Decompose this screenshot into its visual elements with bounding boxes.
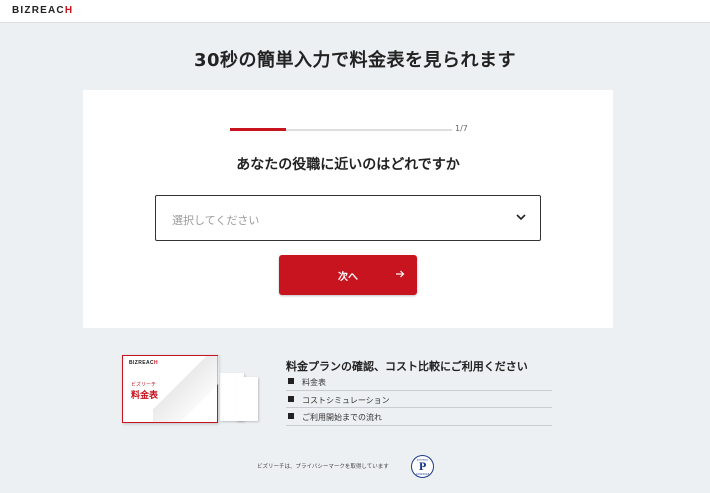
pmark-text: privacy: [417, 458, 428, 462]
page-title: 30秒の簡単入力で料金表を見られます: [193, 50, 517, 71]
square-bullet-icon: [288, 378, 294, 384]
price-document-illustration: BIZREACH ビズリーチ 料金表: [120, 355, 260, 427]
top-header: BIZREACH: [0, 0, 710, 23]
privacy-mark-icon[interactable]: privacy P 10822018: [410, 454, 435, 479]
doc-logo-text: BIZREAC: [129, 360, 155, 366]
next-button[interactable]: 次へ: [279, 255, 417, 295]
doc-subtitle: ビズリーチ: [131, 382, 157, 388]
progress-bar: [230, 128, 452, 131]
logo-text: BIZREAC: [12, 5, 65, 16]
list-item-label: ご利用開始までの流れ: [302, 413, 382, 422]
square-bullet-icon: [288, 413, 294, 419]
question-text: あなたの役職に近いのはどれですか: [236, 157, 460, 173]
doc-logo: BIZREACH: [129, 360, 158, 366]
list-item-label: 料金表: [302, 378, 326, 387]
list-item: コストシミュレーション: [286, 391, 552, 408]
progress-label: 1/7: [455, 124, 468, 133]
pmark-number: 10822018: [416, 472, 430, 476]
privacy-notice: ビズリーチは、プライバシーマークを取得しています: [257, 464, 389, 470]
promo-list: 料金表 コストシミュレーション ご利用開始までの流れ: [286, 373, 552, 426]
chevron-down-icon: [516, 214, 526, 221]
doc-cover: BIZREACH ビズリーチ 料金表: [122, 355, 219, 423]
square-bullet-icon: [288, 395, 294, 402]
list-item-label: コストシミュレーション: [302, 395, 390, 405]
list-item: 料金表: [286, 373, 552, 391]
form-card: 1/7 あなたの役職に近いのはどれですか 選択してください 次へ: [83, 90, 613, 328]
logo-suffix: H: [64, 5, 74, 16]
bizreach-logo[interactable]: BIZREACH: [12, 5, 73, 16]
svg-text:P: P: [419, 462, 427, 473]
arrow-right-icon: [396, 270, 405, 278]
progress-fill: [230, 128, 286, 131]
doc-page-back: [236, 377, 258, 421]
select-placeholder: 選択してください: [172, 214, 260, 227]
role-select[interactable]: 選択してください: [155, 195, 541, 241]
doc-title: 料金表: [131, 391, 159, 401]
doc-stripe: [153, 356, 219, 422]
promo-heading: 料金プランの確認、コスト比較にご利用ください: [286, 360, 528, 373]
doc-logo-suffix: H: [154, 360, 159, 366]
list-item: ご利用開始までの流れ: [286, 408, 552, 426]
